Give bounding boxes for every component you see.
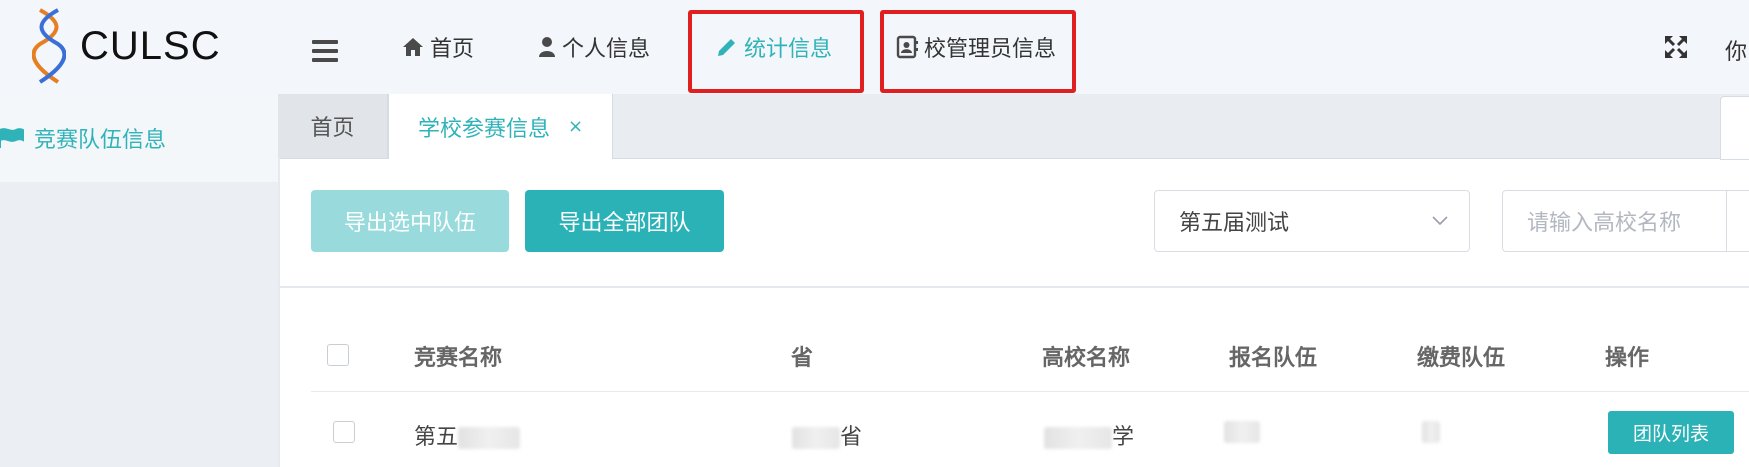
menu-toggle-icon[interactable] (312, 40, 338, 62)
column-header-registered-teams: 报名队伍 (1229, 346, 1318, 371)
province-text: 省 (840, 425, 863, 450)
nav-school-admin[interactable]: 校管理员信息 (896, 0, 1056, 94)
tab-school-entries[interactable]: 学校参赛信息 × (388, 94, 613, 159)
team-list-button[interactable]: 团队列表 (1608, 411, 1734, 454)
nav-statistics[interactable]: 统计信息 (716, 0, 832, 94)
contact-card-icon (896, 35, 918, 59)
table-cell-school: 学 (1044, 419, 1134, 451)
select-all-checkbox[interactable] (327, 344, 349, 366)
flag-icon (0, 128, 24, 148)
row-checkbox[interactable] (333, 421, 355, 443)
export-selected-button[interactable]: 导出选中队伍 (311, 190, 509, 252)
home-icon (403, 38, 423, 56)
tab-school-entries-label: 学校参赛信息 (417, 116, 550, 142)
redacted-block (1044, 427, 1112, 449)
competition-name-text: 第五 (414, 425, 459, 450)
tab-home[interactable]: 首页 (278, 94, 388, 158)
redacted-block (1422, 421, 1440, 443)
column-header-school: 高校名称 (1042, 346, 1131, 371)
nav-home[interactable]: 首页 (402, 0, 474, 94)
nav-statistics-label: 统计信息 (744, 37, 833, 62)
table-header-divider (311, 391, 1749, 392)
tab-close-icon[interactable]: × (568, 116, 583, 137)
tab-bar: 首页 学校参赛信息 × (278, 94, 1749, 159)
sidebar-item-team-info[interactable]: 竞赛队伍信息 (0, 94, 278, 182)
pencil-icon (718, 39, 735, 56)
export-all-button[interactable]: 导出全部团队 (525, 190, 724, 252)
top-header: CULSC 首页 个人信息 统计信息 校管理员信息 你 (0, 0, 1749, 94)
user-icon (539, 37, 555, 57)
nav-home-label: 首页 (430, 37, 475, 62)
column-header-actions: 操作 (1605, 346, 1650, 371)
competition-select-value: 第五届测试 (1179, 211, 1290, 236)
fullscreen-icon[interactable] (1663, 34, 1689, 60)
redacted-block (792, 427, 840, 449)
table-cell-paid-teams (1422, 419, 1440, 444)
nav-profile[interactable]: 个人信息 (538, 0, 650, 94)
redacted-block (458, 427, 521, 449)
school-text: 学 (1112, 425, 1135, 450)
column-header-province: 省 (791, 346, 814, 371)
school-name-input[interactable]: 请输入高校名称 (1502, 190, 1749, 252)
redacted-block (1224, 421, 1260, 443)
nav-profile-label: 个人信息 (562, 37, 651, 62)
column-header-competition: 竞赛名称 (414, 346, 503, 371)
table-cell-competition: 第五 (414, 419, 521, 451)
content-left-border (278, 158, 280, 467)
chevron-down-icon (1432, 216, 1448, 226)
table-cell-province: 省 (792, 419, 862, 451)
nav-school-admin-label: 校管理员信息 (924, 37, 1057, 62)
sidebar-item-label: 竞赛队伍信息 (34, 128, 167, 153)
toolbar-divider (278, 286, 1749, 288)
sidebar: 竞赛队伍信息 (0, 94, 278, 467)
tab-home-label: 首页 (310, 116, 355, 141)
search-input-divider (1726, 190, 1727, 252)
competition-select[interactable]: 第五届测试 (1154, 190, 1470, 252)
column-header-paid-teams: 缴费队伍 (1417, 346, 1506, 371)
tab-options-button[interactable] (1720, 96, 1749, 160)
dna-logo-icon (32, 8, 66, 84)
table-cell-registered-teams (1224, 419, 1260, 444)
user-greeting[interactable]: 你 (1725, 34, 1747, 66)
brand-name: CULSC (80, 24, 221, 68)
